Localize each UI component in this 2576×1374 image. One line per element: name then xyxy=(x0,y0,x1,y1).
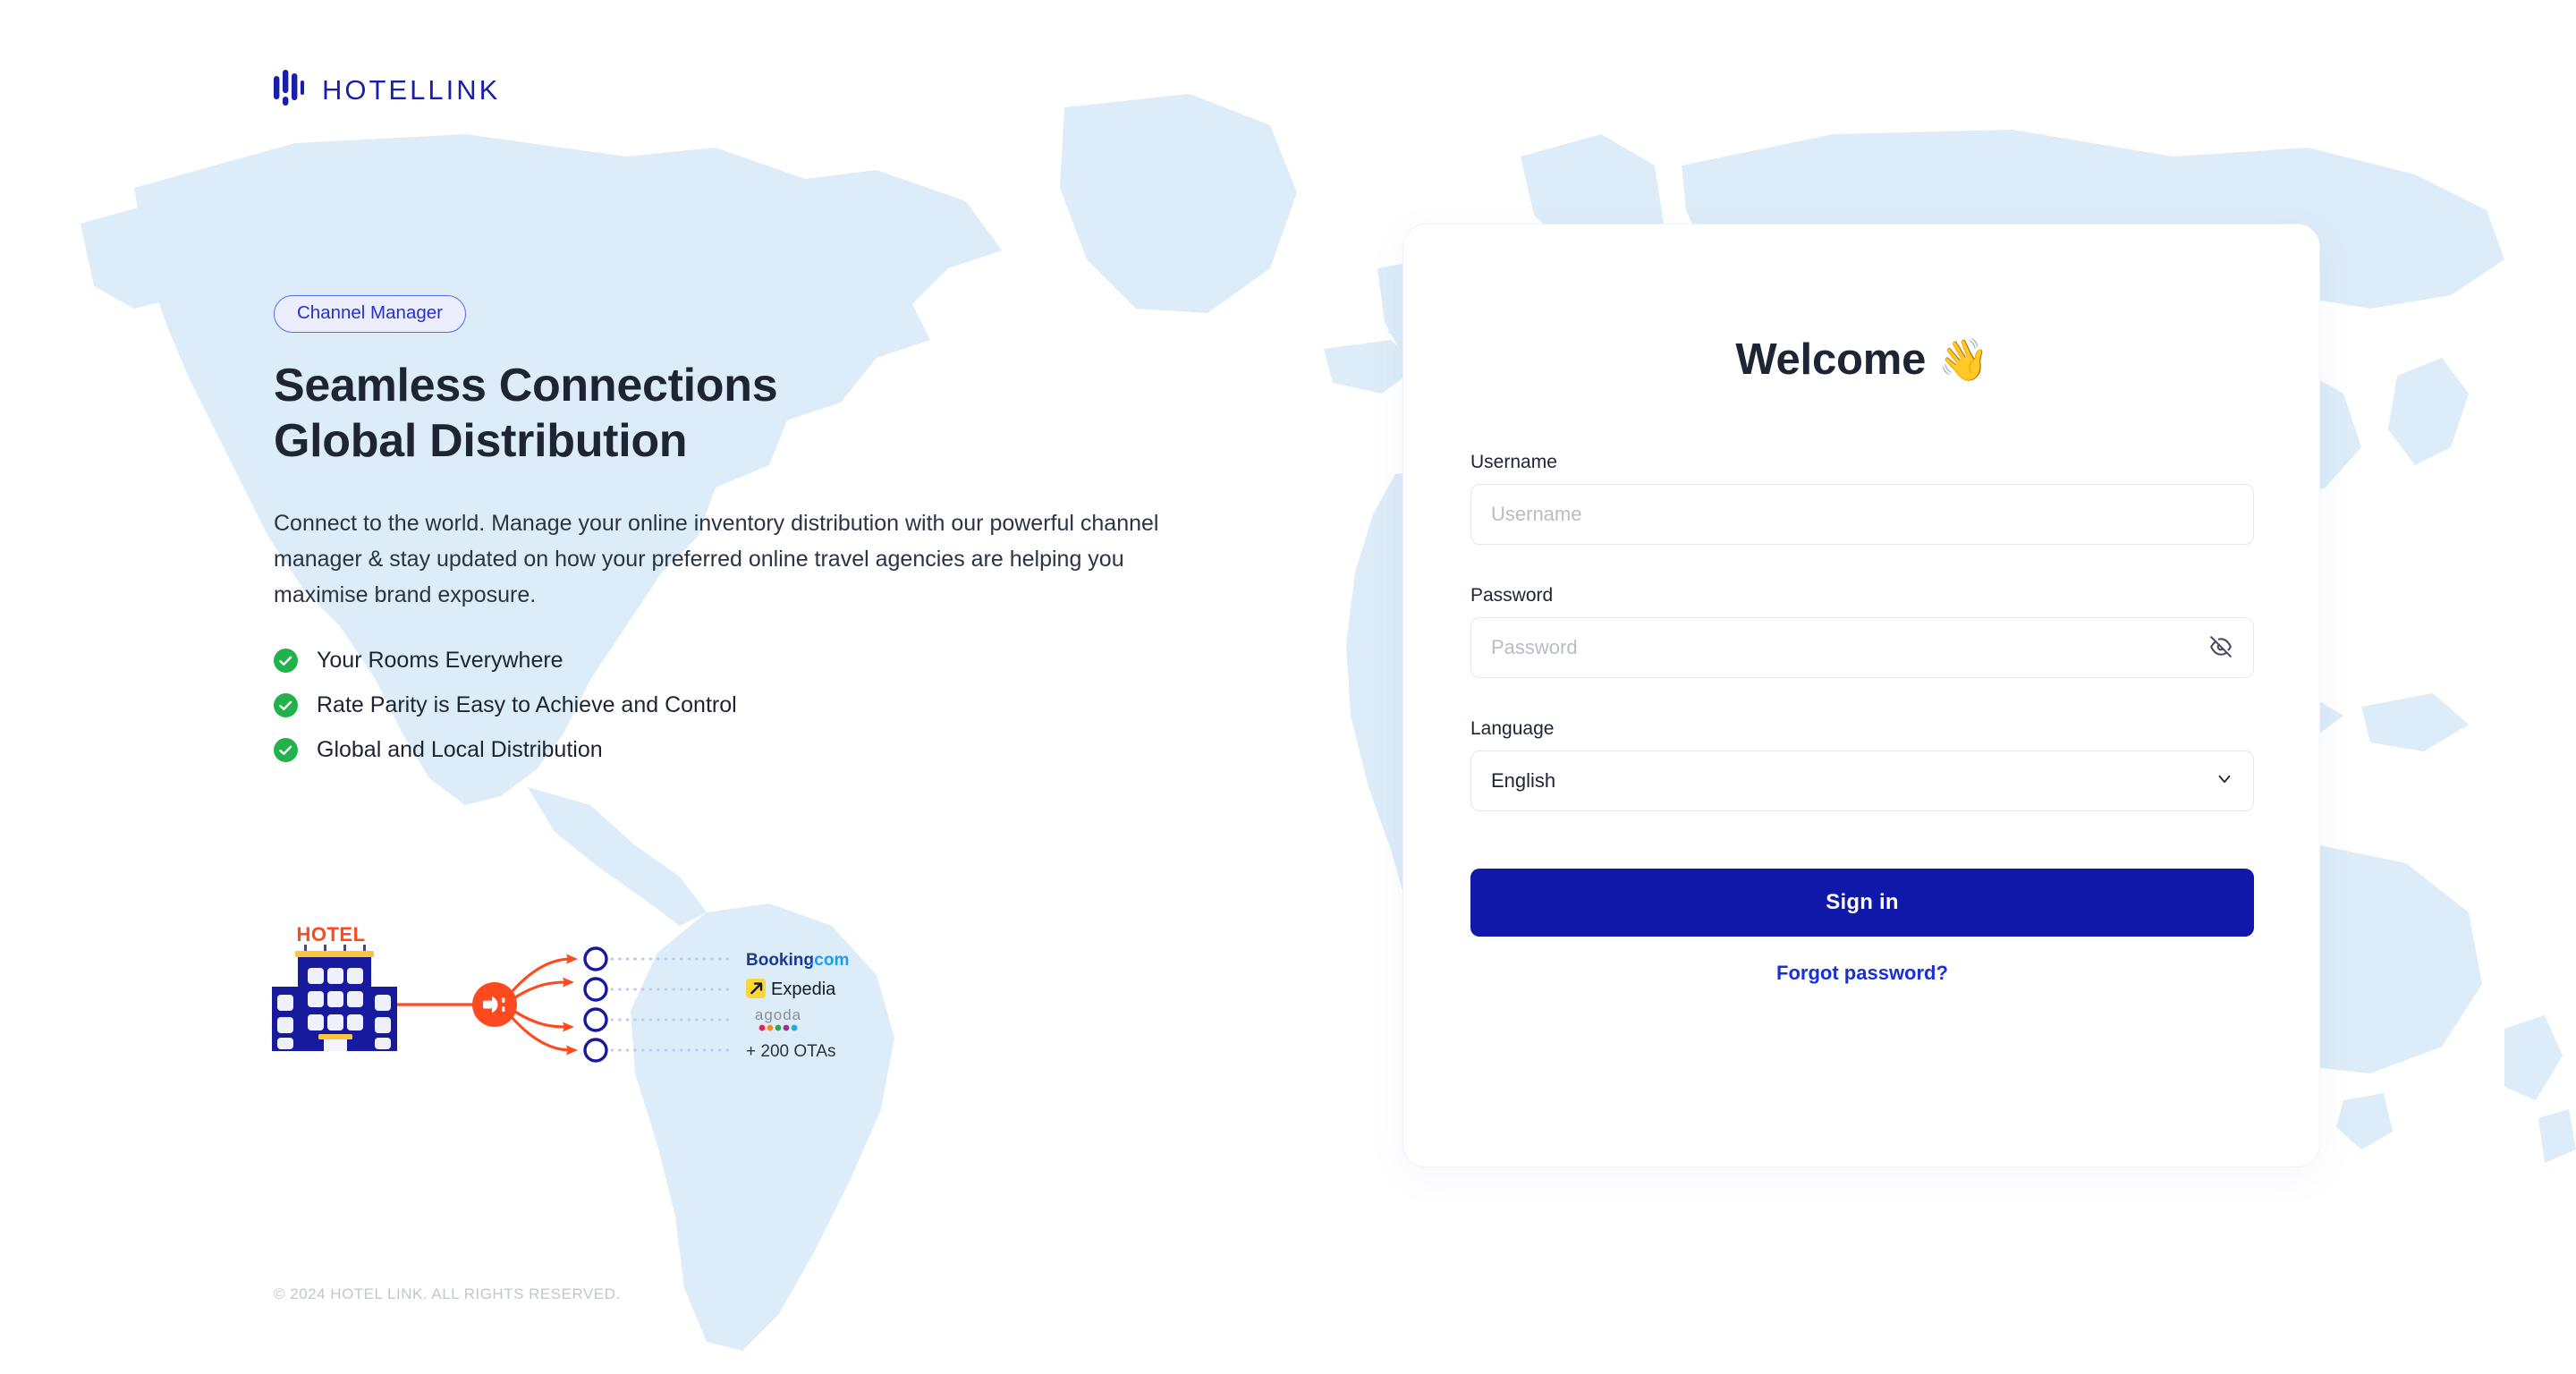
list-item: Rate Parity is Easy to Achieve and Contr… xyxy=(274,693,1222,717)
svg-text:Booking: Booking xyxy=(746,951,814,970)
agoda-logo: agoda xyxy=(755,1006,801,1030)
sign-in-button[interactable]: Sign in xyxy=(1470,869,2254,937)
password-input[interactable] xyxy=(1470,617,2254,678)
svg-text:agoda: agoda xyxy=(755,1006,801,1023)
svg-text:HOTEL: HOTEL xyxy=(296,923,365,946)
footer-copyright: © 2024 HOTEL LINK. ALL RIGHTS RESERVED. xyxy=(274,1285,621,1303)
expedia-logo: Expedia xyxy=(746,979,836,999)
username-input[interactable] xyxy=(1470,484,2254,545)
headline-line-1: Seamless Connections xyxy=(274,360,777,411)
booking-logo: Booking .com xyxy=(746,951,849,970)
hero-paragraph: Connect to the world. Manage your online… xyxy=(274,505,1195,613)
username-label: Username xyxy=(1470,453,2254,471)
brand-logo[interactable]: HOTELLINK xyxy=(274,70,500,110)
eye-off-icon xyxy=(2209,635,2233,661)
password-label: Password xyxy=(1470,586,2254,605)
check-circle-icon xyxy=(274,738,298,762)
toggle-password-visibility-button[interactable] xyxy=(2206,632,2236,663)
distribution-illustration: HOTEL xyxy=(268,921,1011,1064)
brand-name: HOTELLINK xyxy=(322,74,500,106)
feature-list: Your Rooms Everywhere Rate Parity is Eas… xyxy=(274,649,1222,762)
language-label: Language xyxy=(1470,719,2254,738)
check-circle-icon xyxy=(274,693,298,717)
feature-label: Your Rooms Everywhere xyxy=(317,649,564,672)
language-field-group: Language English xyxy=(1470,719,2254,811)
hero-section: Channel Manager Seamless Connections Glo… xyxy=(274,295,1222,783)
svg-text:.com: .com xyxy=(809,951,849,970)
language-select[interactable]: English xyxy=(1470,751,2254,811)
welcome-text: Welcome xyxy=(1735,335,1926,384)
username-field-group: Username xyxy=(1470,453,2254,545)
headline-line-2: Global Distribution xyxy=(274,415,687,467)
login-page: HOTELLINK Channel Manager Seamless Conne… xyxy=(0,0,2576,1374)
page-title: Seamless Connections Global Distribution xyxy=(274,358,1222,471)
more-otas-label: + 200 OTAs xyxy=(746,1042,836,1061)
hotellink-bars-icon xyxy=(274,70,304,110)
list-item: Your Rooms Everywhere xyxy=(274,649,1222,673)
svg-text:Expedia: Expedia xyxy=(771,980,836,999)
list-item: Global and Local Distribution xyxy=(274,738,1222,762)
check-circle-icon xyxy=(274,649,298,673)
forgot-password-link[interactable]: Forgot password? xyxy=(1470,962,2254,985)
waving-hand-icon: 👋 xyxy=(1938,336,1989,383)
channel-node xyxy=(585,948,606,1061)
login-card: Welcome 👋 Username Password xyxy=(1402,224,2320,1167)
channel-manager-badge: Channel Manager xyxy=(274,295,466,333)
password-field-group: Password xyxy=(1470,586,2254,678)
welcome-heading: Welcome 👋 xyxy=(1470,335,2254,385)
hotel-building-icon: HOTEL xyxy=(272,923,397,1051)
feature-label: Global and Local Distribution xyxy=(317,739,603,761)
feature-label: Rate Parity is Easy to Achieve and Contr… xyxy=(317,694,737,717)
